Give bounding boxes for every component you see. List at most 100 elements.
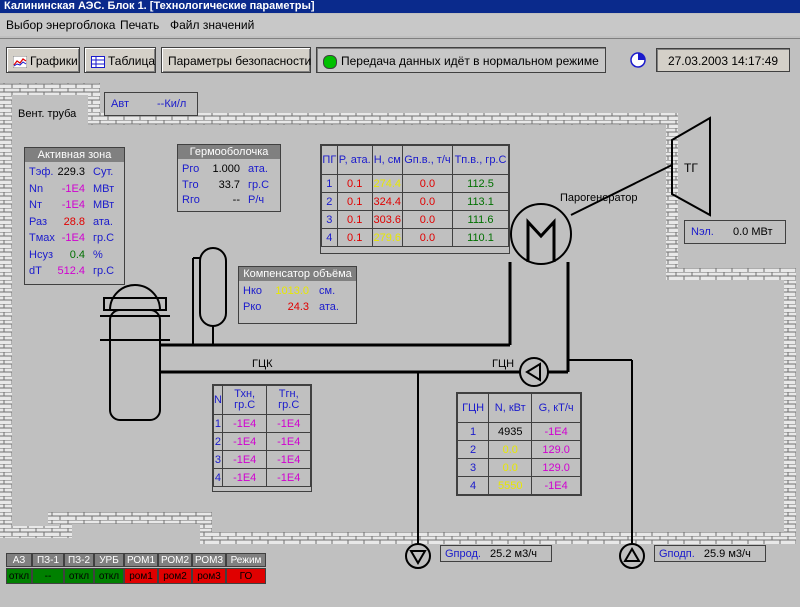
- active_zone-param-name: Nт: [29, 199, 42, 211]
- sg_table-cell: 324.4: [371, 192, 403, 211]
- protection-value-8: ГО: [226, 568, 266, 584]
- main-circ-pump: [519, 357, 549, 387]
- sg_table-cell: 0.0: [401, 210, 454, 229]
- sg_table-cell: 112.5: [452, 174, 509, 193]
- pump_table-row: 2 0.0 129.0: [456, 440, 581, 459]
- sg_table-cell: 0.1: [336, 174, 373, 193]
- letdown-flow-readout: Gпрод. 25.2 м3/ч: [440, 545, 552, 562]
- protection-header-7: РОМ3: [192, 553, 226, 567]
- containment-param-unit: ата.: [248, 163, 268, 175]
- sg_table-header-cell: Tп.в., гр.С: [452, 145, 509, 175]
- protection-value-3: откл: [64, 568, 94, 584]
- active_zone-param-unit: Сут.: [93, 166, 114, 178]
- sg_table-row: 4 0.1 279.6 0.0 110.1: [321, 228, 509, 247]
- active_zone-param-name: Нсуз: [29, 248, 53, 261]
- pump_table-cell: 0.0: [488, 440, 533, 459]
- sg_table-cell: 3: [321, 210, 338, 229]
- loop-temperature-table: N Тхн, гр.С Тгн, гр.С 1 -1E4 -1E4 2 -1E4 -1E4 3 -1…: [212, 384, 312, 492]
- containment-panel: Гермооболочка Pго 1.000 ата. Tго 33.7 гр.С Rго…: [177, 144, 281, 212]
- activity-label: Авт: [111, 98, 129, 110]
- makeup-flow-value: 25.9 м3/ч: [703, 548, 751, 560]
- active-zone-panel: Активная зона Тэф. 229.3 Сут. Nn -1E4 МВт Nт -1…: [24, 147, 125, 285]
- loop_table-cell: 2: [213, 432, 223, 451]
- sg_table-row: 1 0.1 274.4 0.0 112.5: [321, 174, 509, 193]
- pump_table-cell: 0.0: [488, 458, 533, 477]
- sg_table-cell: 111.6: [452, 210, 509, 229]
- sg_table-cell: 274.4: [371, 174, 403, 193]
- loop_table-header-cell: N: [213, 385, 223, 415]
- reactor-vessel: [100, 284, 170, 421]
- pump_table-cell: 4: [456, 476, 490, 495]
- active-zone-title: Активная зона: [25, 148, 124, 162]
- containment-param-name: Pго: [182, 163, 200, 175]
- active_zone-param-name: dT: [29, 265, 42, 277]
- sg_table-header-cell: Gп.в., т/ч: [401, 145, 454, 175]
- pump_table-header-cell: ГЦН: [456, 393, 490, 423]
- active_zone-param-value: -1E4: [61, 232, 85, 244]
- electric-power-panel: Nэл. 0.0 МВт: [684, 220, 786, 244]
- active_zone-param-value: 0.4: [69, 248, 85, 261]
- sg_table-cell: 0.1: [336, 228, 373, 247]
- loop_table-cell: -1E4: [266, 450, 311, 469]
- loop_table-cell: -1E4: [221, 414, 268, 433]
- loop_table-cell: -1E4: [221, 468, 268, 487]
- containment-param-name: Rго: [182, 194, 200, 206]
- sg_table-row: 2 0.1 324.4 0.0 113.1: [321, 192, 509, 211]
- sg_table-cell: 4: [321, 228, 338, 247]
- loop_table-cell: -1E4: [221, 450, 268, 469]
- active_zone-param-value: 512.4: [57, 265, 85, 277]
- main-circ-pump-label: ГЦН: [492, 358, 515, 370]
- sg_table-cell: 303.6: [371, 210, 403, 229]
- protection-value-1: откл: [6, 568, 32, 584]
- containment-param-name: Tго: [182, 178, 199, 191]
- protection-header-1: АЗ: [6, 553, 32, 567]
- containment-param-value: --: [232, 194, 240, 206]
- loop_table-row: 1 -1E4 -1E4: [213, 414, 311, 433]
- loop_table-row: 4 -1E4 -1E4: [213, 468, 311, 487]
- active_zone-param-value: -1E4: [61, 182, 85, 195]
- active_zone-param-name: Nn: [29, 182, 44, 195]
- activity-value: --Ки/л: [157, 98, 187, 110]
- electric-power-label: Nэл.: [691, 226, 714, 238]
- pump_table-cell: 5550: [488, 476, 533, 495]
- sg-grid: ПГ P, ата. H, см Gп.в., т/ч Tп.в., гр.С 1 0.1 2…: [321, 145, 509, 247]
- active_zone-param-unit: МВт: [93, 199, 115, 211]
- loop_table-cell: -1E4: [221, 432, 268, 451]
- protection-value-6: ром2: [158, 568, 192, 584]
- sg_table-cell: 2: [321, 192, 338, 211]
- containment-param-value: 33.7: [218, 178, 240, 191]
- sg_table-cell: 113.1: [452, 192, 509, 211]
- sg_table-cell: 0.0: [401, 192, 454, 211]
- loop_table-cell: 1: [213, 414, 223, 433]
- active_zone-param-name: Раз: [29, 215, 48, 228]
- steam-generator-label: Парогенератор: [560, 192, 638, 204]
- sg_table-cell: 110.1: [452, 228, 509, 247]
- active_zone-param-unit: гр.С: [93, 265, 115, 277]
- loop_table-cell: 4: [213, 468, 223, 487]
- vent-pipe-label: Вент. труба: [18, 108, 77, 120]
- pump_table-cell: -1E4: [531, 422, 581, 441]
- steam-generator-table: ПГ P, ата. H, см Gп.в., т/ч Tп.в., гр.С 1 0.1 2…: [320, 144, 510, 254]
- sg_table-row: 3 0.1 303.6 0.0 111.6: [321, 210, 509, 229]
- pressurizer-param-unit: ата.: [319, 301, 339, 313]
- loop_table-header-cell: Тгн, гр.С: [266, 385, 311, 415]
- protection-status-panel: АЗ откл ПЗ-1 -- ПЗ-2 откл УРБ откл РОМ1 ром1 РОМ2 р…: [6, 553, 266, 587]
- pump_table-cell: 129.0: [531, 458, 581, 477]
- pressurizer-panel: Компенсатор объёма Нко 1013.0 см. Рко 24.3 ат…: [238, 266, 357, 324]
- letdown-flow-value: 25.2 м3/ч: [490, 548, 537, 560]
- protection-value-5: ром1: [124, 568, 158, 584]
- loop-grid: N Тхн, гр.С Тгн, гр.С 1 -1E4 -1E4 2 -1E4 -1E4 3 -1…: [213, 385, 311, 487]
- loop_table-cell: 3: [213, 450, 223, 469]
- protection-header-2: ПЗ-1: [32, 553, 64, 567]
- makeup-flow-readout: Gподп. 25.9 м3/ч: [654, 545, 766, 562]
- containment-param-value: 1.000: [212, 163, 240, 175]
- letdown-flow-label: Gпрод.: [445, 548, 481, 560]
- pressurizer-param-unit: см.: [319, 285, 336, 297]
- pump_table-cell: 4935: [488, 422, 533, 441]
- sg_table-header-cell: P, ата.: [336, 145, 373, 175]
- pump_table-header-cell: G, кТ/ч: [531, 393, 581, 423]
- loop_table-cell: -1E4: [266, 432, 311, 451]
- protection-header-4: УРБ: [94, 553, 124, 567]
- loop_table-header-cell: Тхн, гр.С: [221, 385, 268, 415]
- active_zone-param-name: Тэф.: [29, 166, 54, 178]
